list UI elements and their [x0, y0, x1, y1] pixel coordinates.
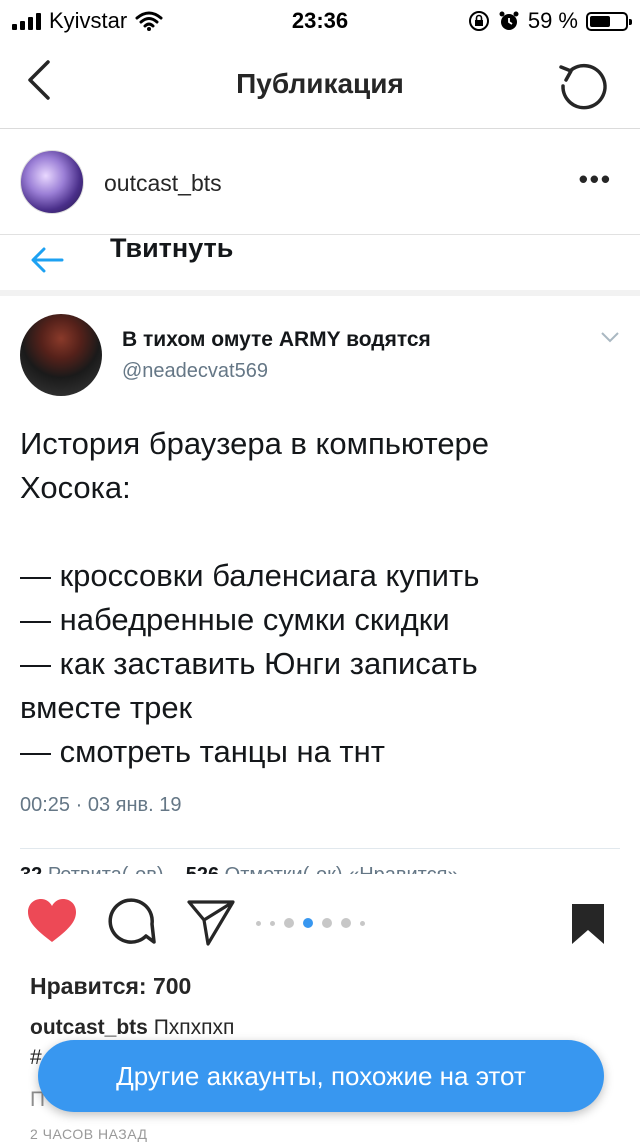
post-time-ago: 2 ЧАСОВ НАЗАД [30, 1126, 148, 1142]
tweet-line: Хосока: [20, 470, 131, 505]
tweet-divider [20, 848, 620, 849]
tweet-author-avatar [20, 314, 102, 396]
post-image[interactable]: Твитнуть В тихом омуте ARMY водятся @nea… [0, 234, 640, 874]
status-right: 59 % [468, 8, 632, 34]
caption: outcast_bts Пхпхпхп [30, 1016, 234, 1040]
carousel-dot [360, 920, 365, 926]
tweet-line: вместе трек [20, 690, 193, 725]
battery-icon [586, 11, 632, 31]
retweets-count: 32 [20, 864, 42, 874]
retweets-label: Ретвита(-ов) [48, 864, 164, 874]
send-icon[interactable] [186, 898, 236, 946]
bookmark-filled-icon[interactable] [570, 902, 606, 946]
caption-username[interactable]: outcast_bts [30, 1016, 148, 1039]
post-header: outcast_bts ••• [0, 128, 640, 234]
tweet-line: — смотреть танцы на тнт [20, 734, 385, 769]
tweet-line: История браузера в компьютере [20, 426, 490, 461]
tweet-author-name: В тихом омуте ARMY водятся [122, 328, 431, 351]
chevron-down-icon [601, 332, 619, 343]
tweet-stats: 32 Ретвита(-ов) 526 Отметки(-ок) «Нравит… [20, 864, 459, 874]
tweet-likes-label: Отметки(-ок) «Нравится» [225, 864, 459, 874]
carousel-dot [341, 918, 351, 928]
likes-count[interactable]: Нравится: 700 [30, 973, 191, 1000]
similar-accounts-button[interactable]: Другие аккаунты, похожие на этот [38, 1040, 604, 1112]
alarm-icon [499, 11, 519, 30]
carousel-dot-active [303, 918, 313, 928]
comment-icon[interactable] [106, 898, 156, 946]
heart-filled-icon[interactable] [26, 898, 78, 944]
status-bar: Kyivstar 23:36 59 % [0, 0, 640, 40]
tweet-likes-count: 526 [186, 864, 219, 874]
carousel-dot [270, 920, 275, 926]
carousel-dot [322, 918, 332, 928]
top-nav-bar: Публикация [0, 40, 640, 129]
carousel-indicator [256, 918, 365, 928]
tweet-card: В тихом омуте ARMY водятся @neadecvat569… [0, 290, 640, 874]
tweet-header-bar: Твитнуть [0, 234, 640, 293]
post-username[interactable]: outcast_bts [104, 170, 222, 197]
refresh-icon[interactable] [556, 58, 612, 114]
avatar[interactable] [20, 150, 84, 214]
tweet-header-title: Твитнуть [110, 234, 234, 263]
orientation-lock-icon [468, 11, 489, 31]
carousel-dot [284, 918, 294, 928]
arrow-left-icon [31, 247, 64, 273]
post-actions [0, 874, 640, 970]
tweet-text: История браузера в компьютере Хосока: — … [20, 422, 620, 774]
tweet-line: — набедренные сумки скидки [20, 602, 450, 637]
battery-percent: 59 % [527, 8, 578, 33]
more-horizontal-icon[interactable]: ••• [579, 166, 612, 192]
tweet-line: — кроссовки баленсиага купить [20, 558, 480, 593]
tweet-author-handle: @neadecvat569 [122, 360, 268, 382]
tweet-timestamp: 00:25 · 03 янв. 19 [20, 794, 182, 816]
carousel-dot [256, 920, 261, 926]
page-title: Публикация [236, 68, 404, 99]
caption-text: Пхпхпхп [153, 1016, 235, 1039]
tweet-line: — как заставить Юнги записать [20, 646, 478, 681]
similar-accounts-label: Другие аккаунты, похожие на этот [116, 1060, 526, 1091]
tweet-line [20, 510, 620, 554]
